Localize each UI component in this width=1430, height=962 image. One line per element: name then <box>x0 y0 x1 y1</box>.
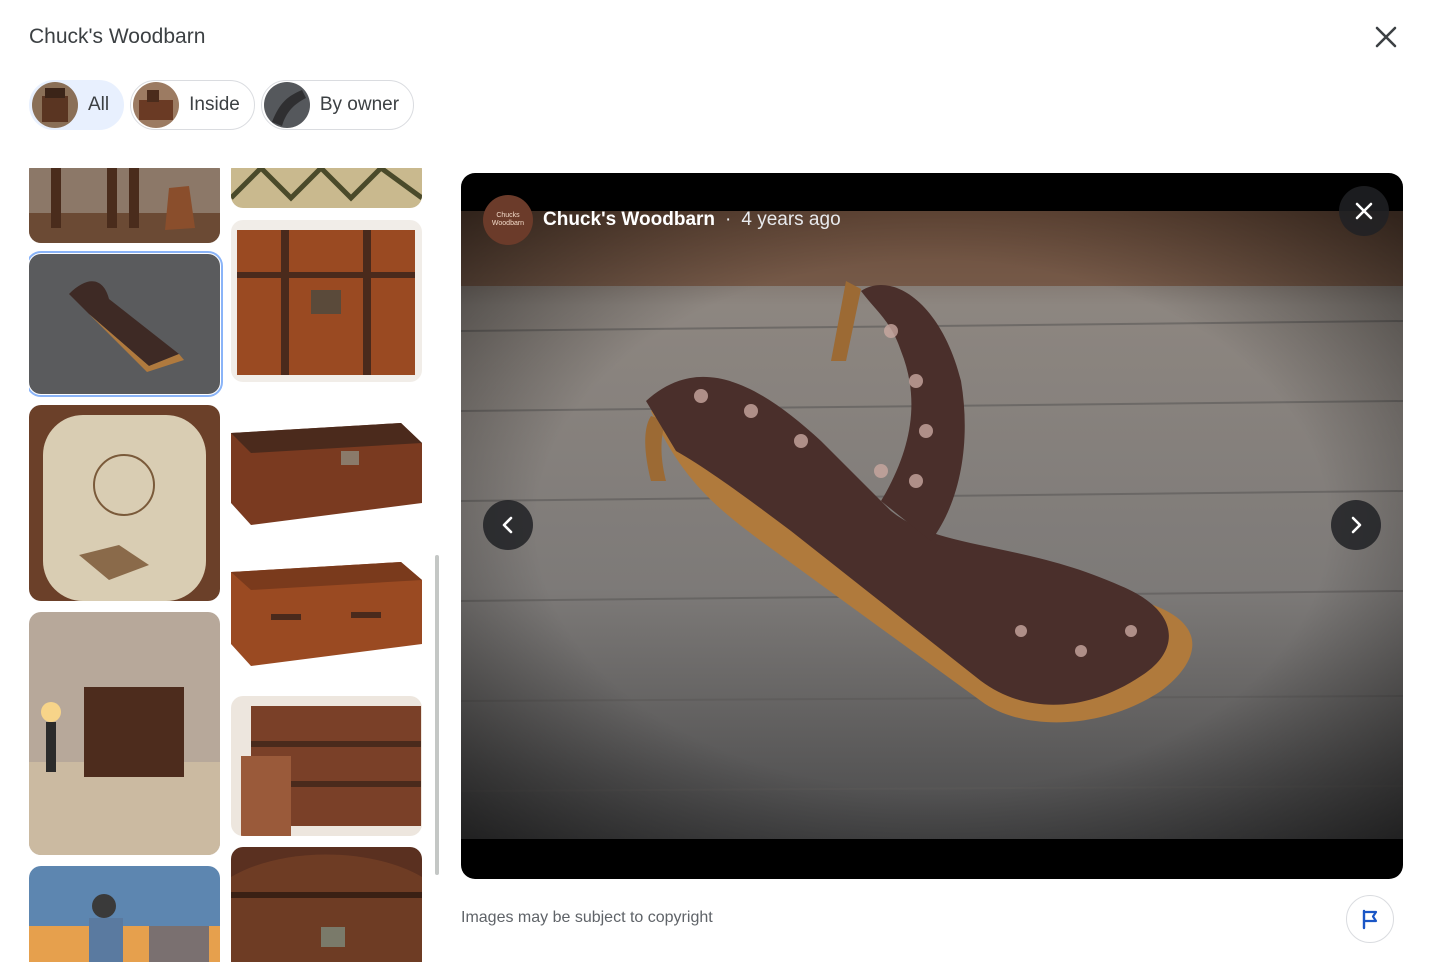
author-name[interactable]: Chuck's Woodbarn <box>543 209 715 231</box>
viewer-close-button[interactable] <box>1339 186 1389 236</box>
chip-thumbnail <box>263 82 310 128</box>
chip-label: All <box>88 94 110 115</box>
thumbnail-rug[interactable] <box>231 168 422 208</box>
meta-separator: · <box>725 209 732 230</box>
thumbnail-trunk[interactable] <box>231 220 422 382</box>
thumbnail-craftsman[interactable] <box>29 866 220 962</box>
thumbnail-room-chest[interactable] <box>29 612 220 855</box>
thumbnail-scrollbar[interactable] <box>435 555 439 875</box>
thumbnail-bench-chest-2[interactable] <box>231 544 422 680</box>
chip-thumbnail <box>133 82 180 128</box>
filter-chip-by-owner[interactable]: By owner <box>260 80 415 130</box>
previous-image-button[interactable] <box>483 500 533 550</box>
close-button[interactable] <box>1370 21 1402 53</box>
filter-chips: All Inside By owner <box>29 80 415 130</box>
chip-label: Inside <box>189 94 240 115</box>
filter-chip-inside[interactable]: Inside <box>130 80 255 130</box>
panel-title: Chuck's Woodbarn <box>29 25 206 48</box>
main-image <box>461 211 1403 839</box>
next-image-button[interactable] <box>1331 500 1381 550</box>
flag-icon <box>1362 909 1378 930</box>
thumbnail-boots[interactable] <box>29 168 220 243</box>
close-icon <box>1375 26 1397 48</box>
thumbnail-bench-chest-1[interactable] <box>231 393 422 533</box>
close-icon <box>1355 202 1373 220</box>
thumbnail-boot-jack[interactable] <box>29 251 223 397</box>
thumbnail-chest-stack[interactable] <box>231 696 422 836</box>
thumbnail-dome-trunk[interactable] <box>231 847 422 962</box>
chip-label: By owner <box>319 94 400 115</box>
chip-thumbnail <box>32 82 78 128</box>
avatar[interactable]: Chucks Woodbarn <box>483 195 533 245</box>
report-image-button[interactable] <box>1346 895 1394 943</box>
thumbnail-strip <box>29 168 423 962</box>
filter-chip-all[interactable]: All <box>29 80 125 130</box>
chevron-left-icon <box>502 516 513 534</box>
thumbnail-map-chest[interactable] <box>29 405 220 601</box>
chevron-right-icon <box>1351 516 1362 534</box>
image-viewer: Chucks Woodbarn Chuck's Woodbarn · 4 yea… <box>461 173 1403 879</box>
post-age: 4 years ago <box>741 209 841 230</box>
image-attribution: Chucks Woodbarn Chuck's Woodbarn · 4 yea… <box>483 195 841 245</box>
copyright-notice: Images may be subject to copyright <box>461 909 713 926</box>
